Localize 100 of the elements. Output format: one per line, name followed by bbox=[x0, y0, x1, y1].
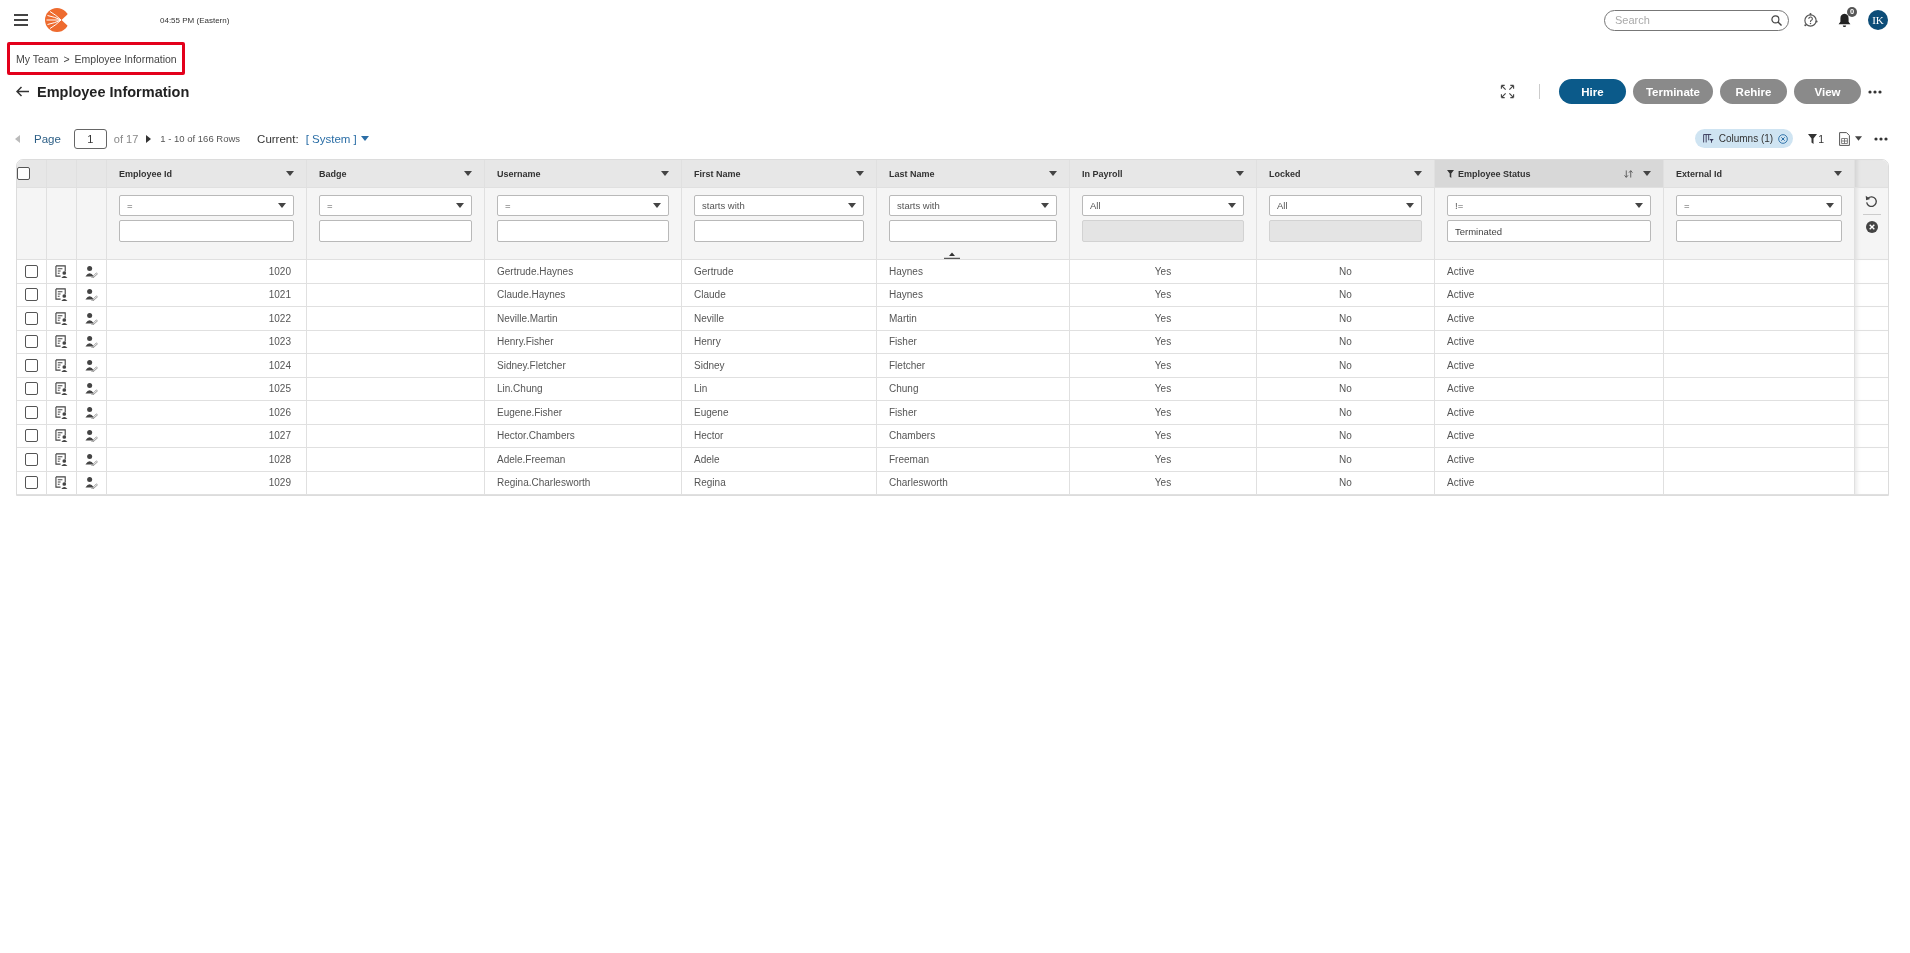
more-icon[interactable] bbox=[1874, 136, 1888, 141]
column-header[interactable]: Badge bbox=[307, 160, 485, 188]
column-header[interactable]: Last Name bbox=[877, 160, 1070, 188]
id-card-icon[interactable] bbox=[55, 382, 68, 396]
column-header[interactable]: In Payroll bbox=[1070, 160, 1257, 188]
clear-icon[interactable] bbox=[1778, 133, 1789, 144]
id-card-icon[interactable] bbox=[55, 452, 68, 466]
table-cell: Yes bbox=[1070, 377, 1257, 401]
table-cell: Claude.Haynes bbox=[485, 283, 682, 307]
caret-icon[interactable] bbox=[1049, 171, 1057, 176]
user-avatar[interactable]: IK bbox=[1868, 10, 1888, 30]
operator-dropdown[interactable]: = bbox=[119, 195, 294, 216]
table-cell: Active bbox=[1435, 377, 1664, 401]
person-pencil-icon[interactable] bbox=[85, 429, 98, 443]
operator-dropdown[interactable]: starts with bbox=[889, 195, 1057, 216]
table-cell: 1024 bbox=[107, 354, 307, 378]
caret-icon[interactable] bbox=[464, 171, 472, 176]
filter-input[interactable] bbox=[119, 220, 294, 242]
view-dropdown[interactable]: [ System ] bbox=[305, 132, 369, 145]
caret-icon[interactable] bbox=[856, 171, 864, 176]
columns-chip[interactable]: Columns (1) bbox=[1694, 129, 1794, 148]
filter-input[interactable] bbox=[1676, 220, 1842, 242]
row-checkbox[interactable] bbox=[25, 405, 38, 419]
id-card-icon[interactable] bbox=[55, 476, 68, 490]
person-pencil-icon[interactable] bbox=[85, 358, 98, 372]
row-checkbox[interactable] bbox=[25, 382, 38, 396]
id-card-icon[interactable] bbox=[55, 288, 68, 302]
id-card-icon[interactable] bbox=[55, 264, 68, 278]
filter-input[interactable] bbox=[319, 220, 472, 242]
row-checkbox[interactable] bbox=[25, 358, 38, 372]
row-checkbox[interactable] bbox=[25, 476, 38, 490]
filter-input[interactable]: Terminated bbox=[1447, 220, 1651, 242]
funnel-icon bbox=[1808, 133, 1818, 144]
table-cell: Claude bbox=[682, 283, 877, 307]
sort-icon[interactable] bbox=[1624, 169, 1633, 178]
row-checkbox[interactable] bbox=[25, 335, 38, 349]
caret-icon[interactable] bbox=[1414, 171, 1422, 176]
row-checkbox[interactable] bbox=[25, 288, 38, 302]
column-header[interactable]: Employee Id bbox=[107, 160, 307, 188]
row-checkbox[interactable] bbox=[25, 429, 38, 443]
table-cell: Hector.Chambers bbox=[485, 424, 682, 448]
page-total: of 17 bbox=[113, 132, 139, 145]
operator-dropdown[interactable]: != bbox=[1447, 195, 1651, 216]
id-card-icon[interactable] bbox=[55, 358, 68, 372]
person-pencil-icon[interactable] bbox=[85, 452, 98, 466]
page-input[interactable]: 1 bbox=[73, 128, 107, 149]
operator-dropdown[interactable]: = bbox=[319, 195, 472, 216]
back-arrow-icon[interactable] bbox=[16, 86, 30, 97]
operator-dropdown[interactable]: = bbox=[497, 195, 669, 216]
caret-icon bbox=[1041, 203, 1049, 208]
search-icon[interactable] bbox=[1771, 14, 1782, 26]
clear-filters-icon[interactable] bbox=[1865, 221, 1878, 233]
bell-icon[interactable] bbox=[1838, 12, 1851, 28]
column-header[interactable]: First Name bbox=[682, 160, 877, 188]
person-pencil-icon[interactable] bbox=[85, 264, 98, 278]
person-pencil-icon[interactable] bbox=[85, 311, 98, 325]
select-all-checkbox[interactable] bbox=[17, 167, 30, 180]
table-cell: No bbox=[1257, 307, 1435, 331]
row-checkbox[interactable] bbox=[25, 264, 38, 278]
id-card-icon[interactable] bbox=[55, 429, 68, 443]
column-header[interactable]: Employee Status bbox=[1435, 160, 1664, 188]
filter-input[interactable] bbox=[694, 220, 864, 242]
caret-icon[interactable] bbox=[1236, 171, 1244, 176]
filter-input[interactable] bbox=[497, 220, 669, 242]
undo-icon[interactable] bbox=[1865, 195, 1878, 208]
next-page-icon[interactable] bbox=[146, 134, 152, 143]
table-cell: 1020 bbox=[107, 260, 307, 284]
row-checkbox[interactable] bbox=[25, 452, 38, 466]
person-pencil-icon[interactable] bbox=[85, 288, 98, 302]
id-card-icon[interactable] bbox=[55, 335, 68, 349]
search-field[interactable]: Search bbox=[1604, 9, 1789, 31]
person-pencil-icon[interactable] bbox=[85, 382, 98, 396]
id-card-icon[interactable] bbox=[55, 311, 68, 325]
export-button[interactable] bbox=[1839, 131, 1862, 146]
person-pencil-icon[interactable] bbox=[85, 405, 98, 419]
person-pencil-icon[interactable] bbox=[85, 335, 98, 349]
caret-icon[interactable] bbox=[1834, 171, 1842, 176]
menu-icon[interactable] bbox=[14, 14, 28, 26]
column-header[interactable]: External Id bbox=[1664, 160, 1855, 188]
action-button[interactable]: Hire bbox=[1558, 79, 1626, 104]
caret-icon[interactable] bbox=[286, 171, 294, 176]
collapse-filters-icon[interactable] bbox=[944, 252, 960, 259]
id-card-icon[interactable] bbox=[55, 405, 68, 419]
breadcrumb-link[interactable]: My Team bbox=[16, 52, 59, 65]
person-pencil-icon[interactable] bbox=[85, 476, 98, 490]
more-icon[interactable] bbox=[1868, 89, 1882, 94]
column-header[interactable]: Username bbox=[485, 160, 682, 188]
operator-dropdown[interactable]: starts with bbox=[694, 195, 864, 216]
logo-icon[interactable] bbox=[45, 8, 69, 32]
column-header[interactable]: Locked bbox=[1257, 160, 1435, 188]
caret-icon[interactable] bbox=[1643, 171, 1651, 176]
filter-button[interactable]: 1 bbox=[1808, 132, 1824, 145]
table-cell: No bbox=[1257, 283, 1435, 307]
caret-icon[interactable] bbox=[661, 171, 669, 176]
help-icon[interactable] bbox=[1803, 12, 1818, 28]
expand-icon[interactable] bbox=[1499, 84, 1515, 99]
row-checkbox[interactable] bbox=[25, 311, 38, 325]
operator-dropdown[interactable]: = bbox=[1676, 195, 1842, 216]
filter-input[interactable] bbox=[889, 220, 1057, 242]
table-cell: Haynes bbox=[877, 260, 1070, 284]
